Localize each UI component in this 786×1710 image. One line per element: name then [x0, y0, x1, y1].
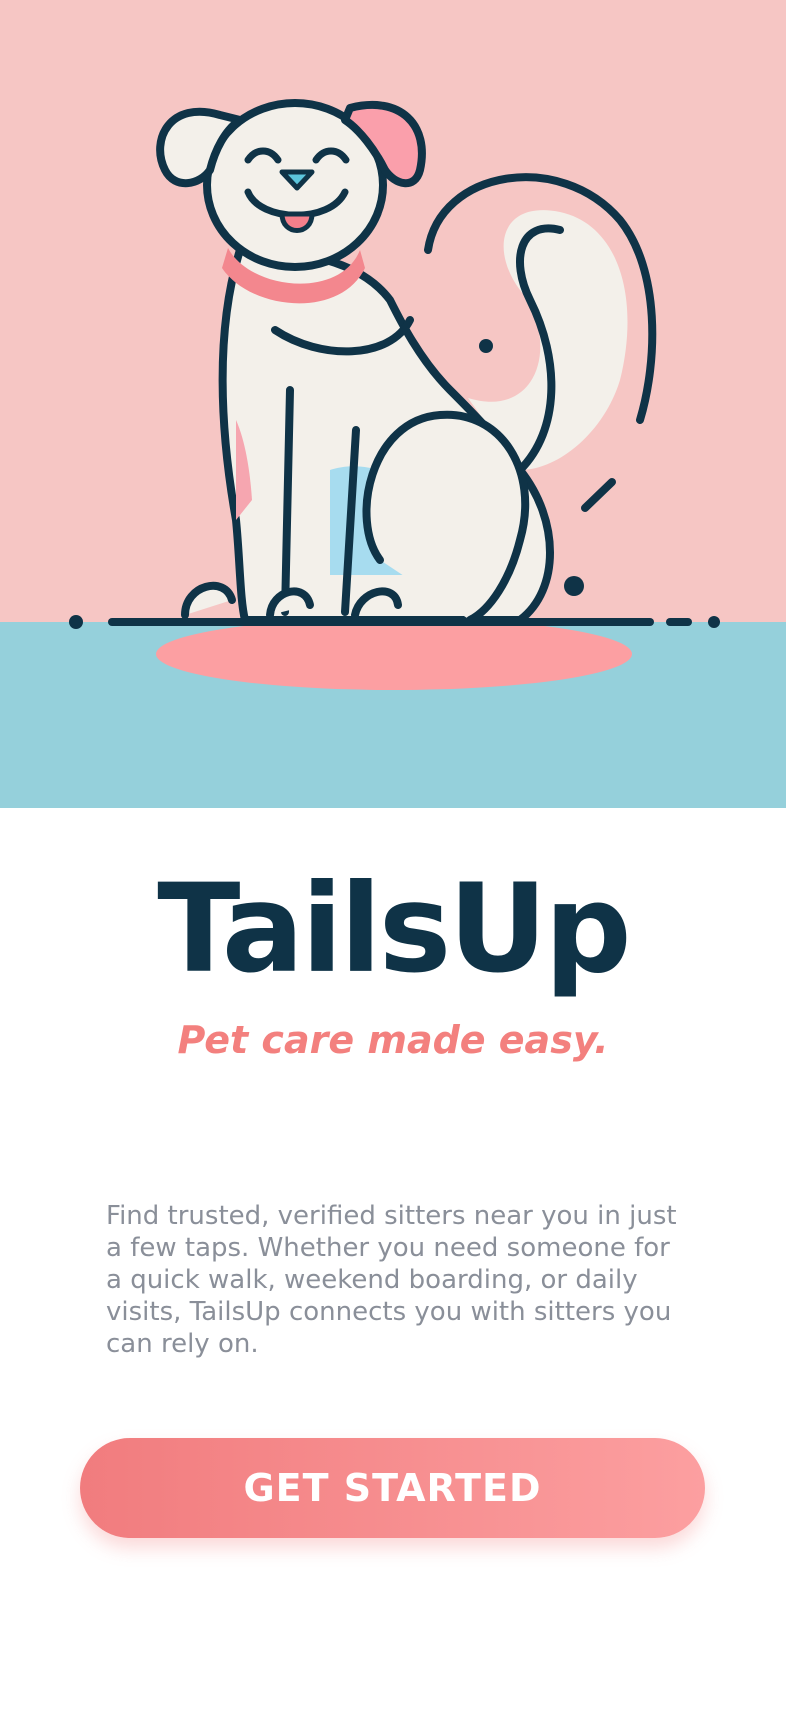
intro-description: Find trusted, verified sitters near you …: [106, 1201, 677, 1359]
dog-icon: [0, 0, 786, 808]
app-title: TailsUp: [157, 858, 631, 1000]
app-tagline: Pet care made easy.: [177, 1018, 609, 1062]
hero-illustration: [0, 0, 786, 808]
get-started-button[interactable]: GET STARTED: [80, 1438, 705, 1538]
